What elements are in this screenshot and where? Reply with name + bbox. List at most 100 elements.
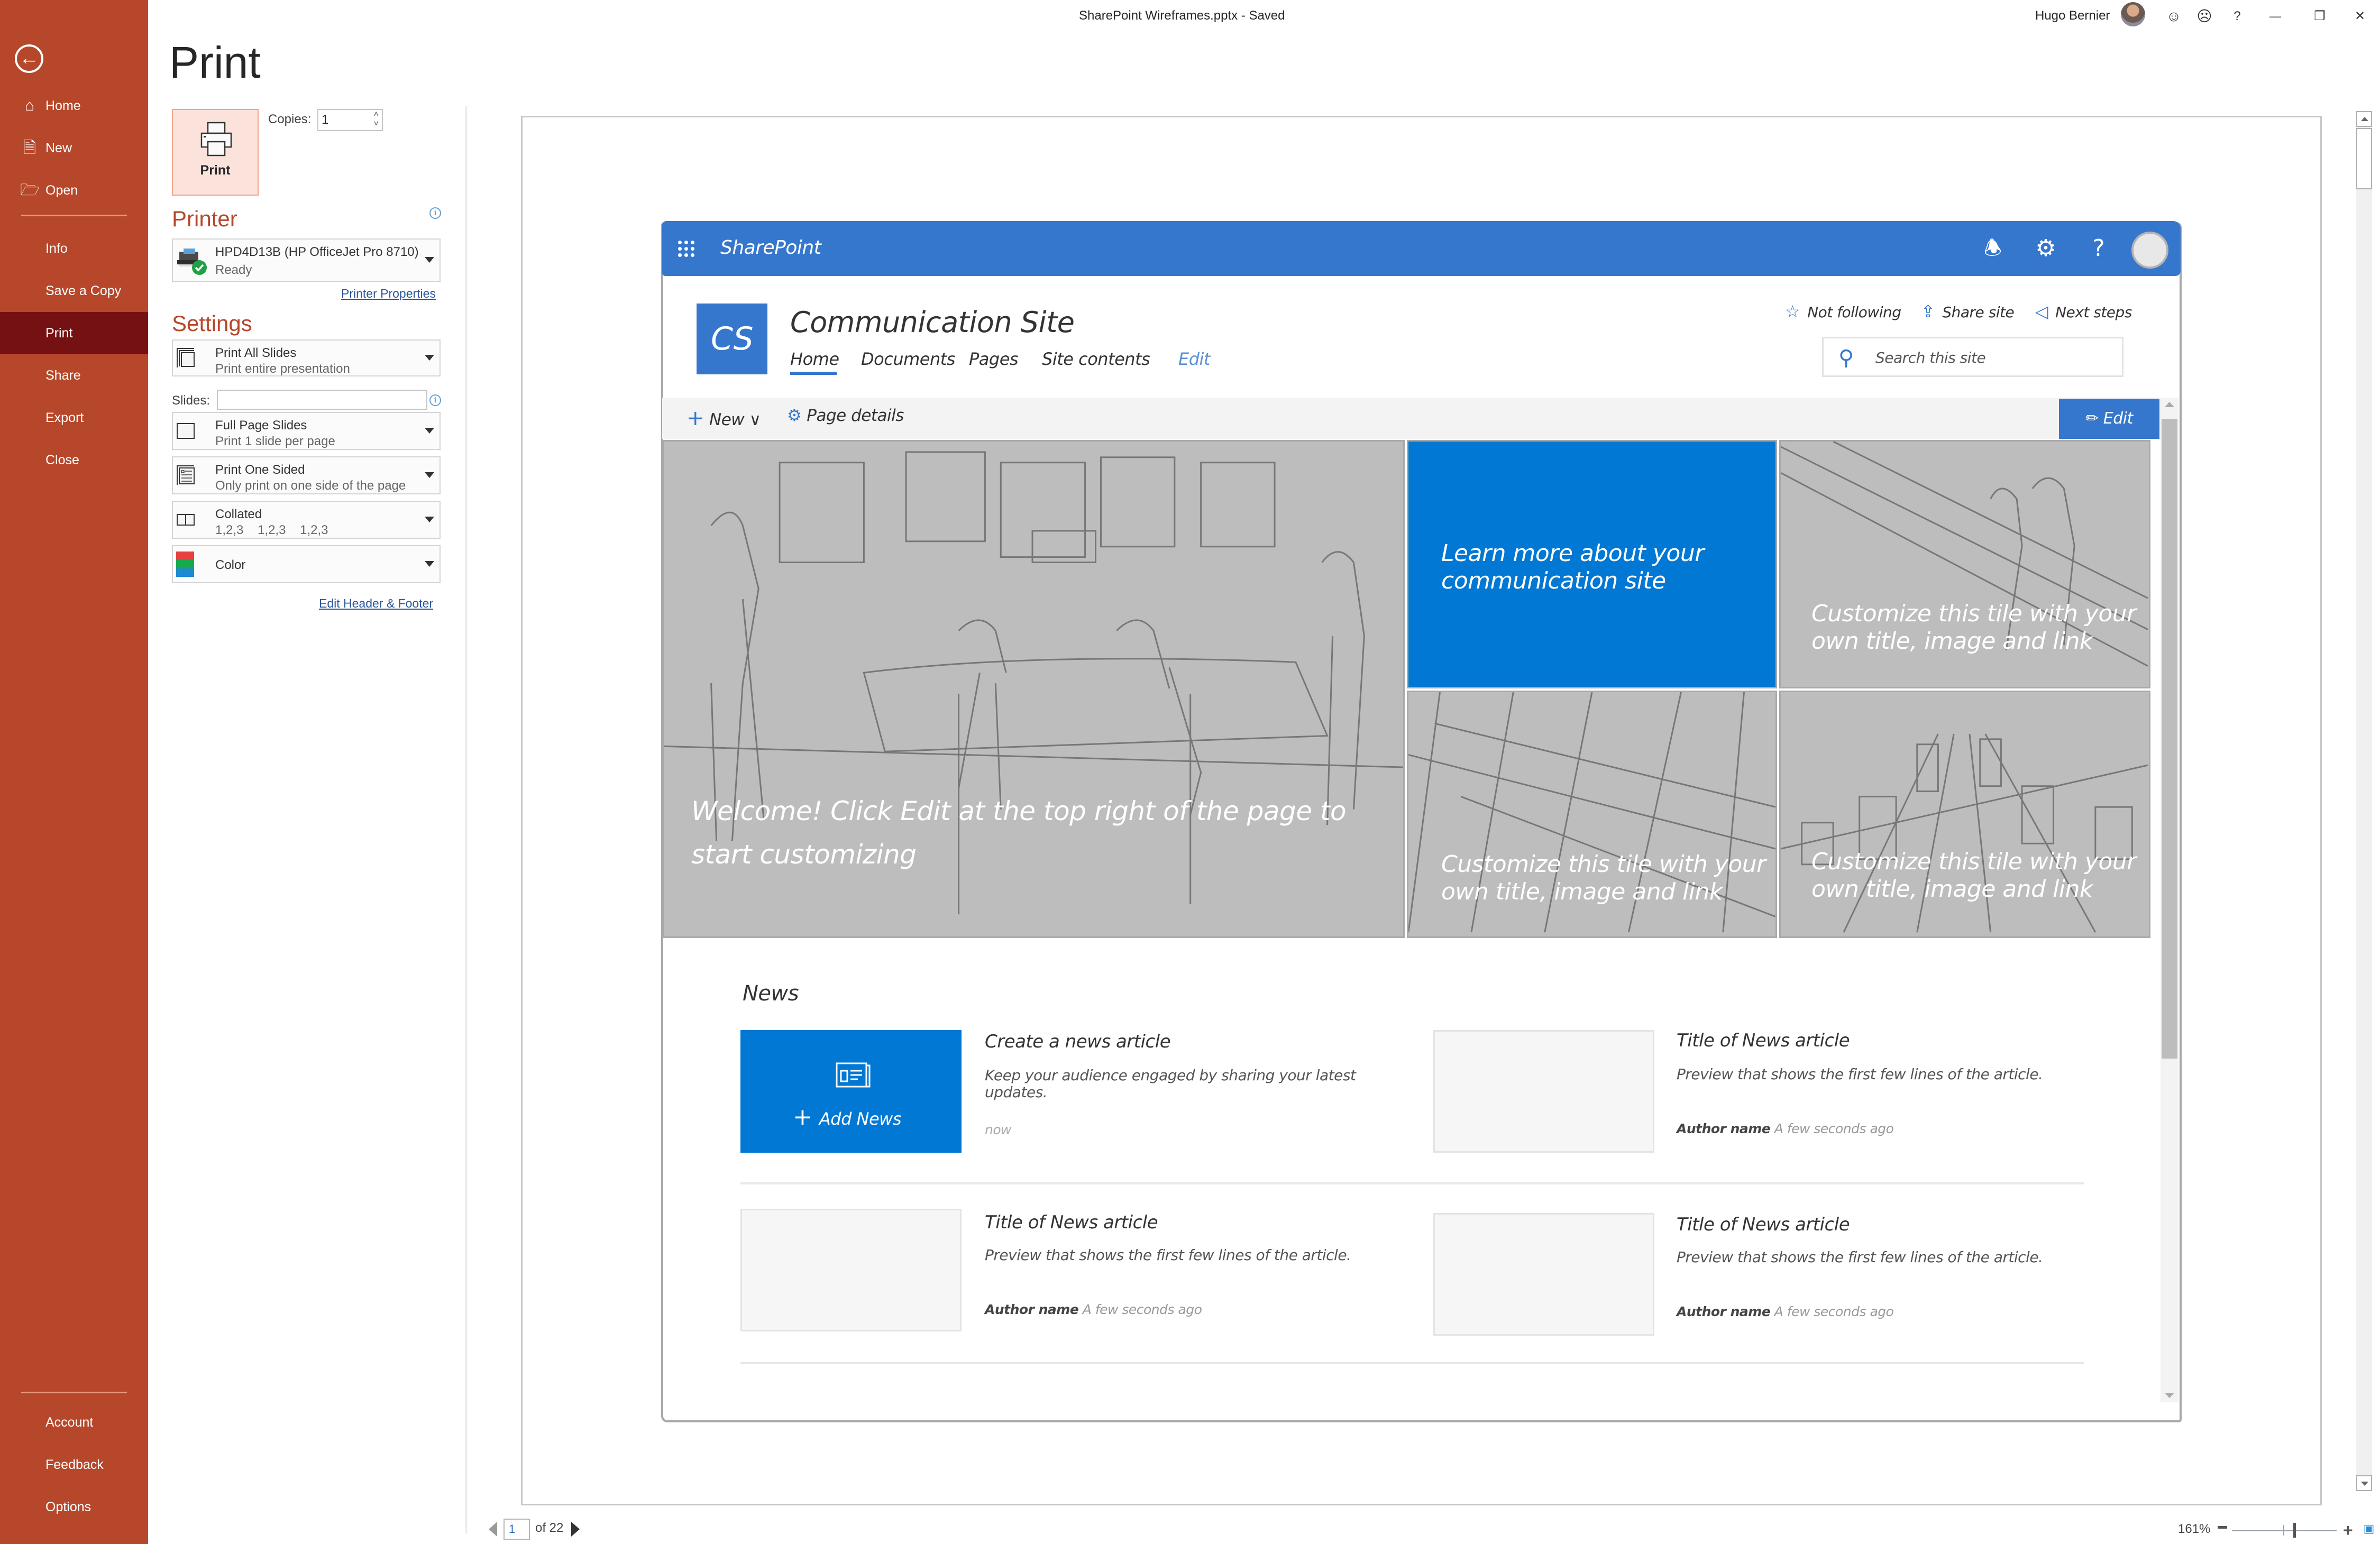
- newspaper-icon: [836, 1062, 871, 1088]
- frown-feedback-icon[interactable]: ☹: [2189, 3, 2220, 30]
- news-thumbnail[interactable]: [740, 1209, 962, 1331]
- close-button[interactable]: ✕: [2344, 3, 2376, 30]
- share-site-action[interactable]: ⇪ Share site: [1921, 301, 2015, 321]
- nav-item-home[interactable]: ⌂ Home: [0, 85, 148, 127]
- add-news-button[interactable]: + Add News: [793, 1104, 902, 1131]
- minimize-button[interactable]: —: [2259, 3, 2291, 30]
- user-avatar-placeholder[interactable]: [2131, 232, 2168, 269]
- news-create-title[interactable]: Create a news article: [985, 1031, 1171, 1052]
- scroll-up-button[interactable]: [2356, 111, 2372, 127]
- edit-header-footer-link[interactable]: Edit Header & Footer: [319, 596, 433, 611]
- back-arrow-icon[interactable]: ←: [15, 44, 43, 73]
- gear-icon[interactable]: ⚙: [2030, 233, 2062, 264]
- zoom-slider-thumb[interactable]: [2293, 1523, 2296, 1538]
- copies-input[interactable]: 1 ˄ ˅: [317, 109, 383, 131]
- nav-item-open[interactable]: 🗁 Open: [0, 169, 148, 212]
- help-icon[interactable]: ?: [2083, 233, 2114, 264]
- color-dropdown[interactable]: Color: [172, 545, 441, 583]
- zoom-to-page-icon[interactable]: ▣: [2361, 1522, 2377, 1538]
- edit-page-button[interactable]: ✏ Edit: [2059, 399, 2159, 439]
- layout-dropdown[interactable]: Full Page Slides Print 1 slide per page: [172, 412, 441, 450]
- next-page-button[interactable]: [571, 1522, 580, 1537]
- nav-item-new[interactable]: 🗎 New: [0, 127, 148, 169]
- color-icon: [176, 552, 194, 577]
- site-nav-documents[interactable]: Documents: [861, 349, 955, 369]
- nav-item-export[interactable]: Export: [0, 397, 148, 439]
- follow-action[interactable]: ☆ Not following: [1785, 301, 1901, 321]
- site-nav-site-contents[interactable]: Site contents: [1042, 349, 1150, 369]
- printer-properties-link[interactable]: Printer Properties: [341, 287, 436, 301]
- hero-tile-bottom-right[interactable]: Customize this tile with your own title,…: [1779, 691, 2150, 938]
- sides-dropdown[interactable]: Print One Sided Only print on one side o…: [172, 456, 441, 494]
- page-total: of 22: [535, 1521, 564, 1535]
- hero-main-tile[interactable]: Welcome! Click Edit at the top right of …: [662, 440, 1405, 938]
- learn-more-text: Learn more about your communication site: [1441, 540, 1704, 594]
- site-nav-pages[interactable]: Pages: [969, 349, 1019, 369]
- news-thumbnail[interactable]: [1433, 1213, 1654, 1336]
- collation-dropdown[interactable]: Collated 1,2,3 1,2,3 1,2,3: [172, 501, 441, 539]
- hero-tile-top-right[interactable]: Customize this tile with your own title,…: [1779, 440, 2150, 688]
- chevron-up-icon[interactable]: ˄: [374, 110, 379, 120]
- add-news-tile[interactable]: + Add News: [740, 1030, 962, 1153]
- zoom-slider[interactable]: [2232, 1530, 2337, 1531]
- slides-info-icon[interactable]: i: [429, 394, 441, 406]
- zoom-out-button[interactable]: [2218, 1526, 2227, 1529]
- news-article-title[interactable]: Title of News article: [1677, 1030, 1850, 1051]
- nav-item-label: Open: [45, 183, 78, 198]
- pencil-icon: ✏: [2085, 409, 2103, 428]
- user-avatar[interactable]: [2121, 2, 2145, 26]
- site-nav-home[interactable]: Home: [790, 349, 839, 369]
- news-article-title[interactable]: Title of News article: [1677, 1214, 1850, 1235]
- hero-learn-more-tile[interactable]: Learn more about your communication site: [1407, 440, 1777, 688]
- news-author: Author name: [1677, 1121, 1771, 1136]
- news-thumbnail[interactable]: [1433, 1030, 1654, 1153]
- restore-button[interactable]: ❐: [2304, 3, 2336, 30]
- plus-icon: +: [793, 1104, 819, 1131]
- nav-item-label: Export: [45, 410, 84, 425]
- dropdown-arrow-icon: [425, 257, 434, 263]
- nav-item-save-a-copy[interactable]: Save a Copy: [0, 270, 148, 312]
- new-command[interactable]: + New ∨: [686, 406, 761, 430]
- nav-item-print[interactable]: Print: [0, 312, 148, 354]
- nav-item-feedback[interactable]: Feedback: [0, 1444, 148, 1486]
- zoom-level[interactable]: 161%: [2178, 1522, 2210, 1537]
- news-article-preview: Preview that shows the first few lines o…: [1677, 1065, 2043, 1083]
- nav-item-options[interactable]: Options: [0, 1486, 148, 1528]
- printer-dropdown[interactable]: HPD4D13B (HP OfficeJet Pro 8710) Ready: [172, 238, 441, 282]
- copies-spinner[interactable]: ˄ ˅: [374, 110, 379, 129]
- setting-title: Print All Slides: [215, 346, 297, 360]
- chevron-down-icon[interactable]: ˅: [374, 120, 379, 129]
- nav-item-account[interactable]: Account: [0, 1401, 148, 1444]
- print-range-dropdown[interactable]: Print All Slides Print entire presentati…: [172, 339, 441, 376]
- printer-info-icon[interactable]: i: [429, 207, 441, 219]
- sharepoint-brand[interactable]: SharePoint: [720, 237, 821, 259]
- slides-input[interactable]: [217, 390, 427, 410]
- page-details-command[interactable]: ⚙ Page details: [787, 406, 904, 425]
- zoom-in-button[interactable]: +: [2343, 1521, 2353, 1540]
- news-article-title[interactable]: Title of News article: [985, 1212, 1158, 1233]
- scroll-thumb[interactable]: [2356, 128, 2372, 189]
- print-button-label: Print: [200, 163, 231, 178]
- print-button[interactable]: Print: [172, 109, 259, 196]
- nav-item-share[interactable]: Share: [0, 354, 148, 397]
- user-name[interactable]: Hugo Bernier: [2035, 8, 2110, 23]
- nav-separator: [21, 1392, 127, 1393]
- app-launcher-icon[interactable]: [678, 241, 695, 258]
- settings-heading: Settings: [172, 311, 252, 336]
- nav-item-info[interactable]: Info: [0, 227, 148, 270]
- news-heading: News: [743, 981, 799, 1006]
- page-number-input[interactable]: 1: [504, 1519, 530, 1540]
- next-steps-action[interactable]: ◁ Next steps: [2035, 301, 2132, 321]
- nav-item-close[interactable]: Close: [0, 439, 148, 481]
- site-search-box[interactable]: ⚲ Search this site: [1822, 337, 2123, 377]
- site-nav-edit[interactable]: Edit: [1178, 349, 1210, 369]
- preview-scrollbar[interactable]: [2356, 111, 2372, 1491]
- smile-feedback-icon[interactable]: ☺: [2158, 3, 2190, 30]
- bell-icon[interactable]: 🕭: [1977, 233, 2009, 264]
- news-create-time: now: [985, 1122, 1012, 1137]
- help-button[interactable]: ?: [2221, 3, 2253, 30]
- printer-name: HPD4D13B (HP OfficeJet Pro 8710): [215, 245, 419, 259]
- previous-page-button[interactable]: [489, 1522, 497, 1537]
- hero-tile-bottom-left[interactable]: Customize this tile with your own title,…: [1407, 691, 1777, 938]
- scroll-down-button[interactable]: [2356, 1475, 2372, 1491]
